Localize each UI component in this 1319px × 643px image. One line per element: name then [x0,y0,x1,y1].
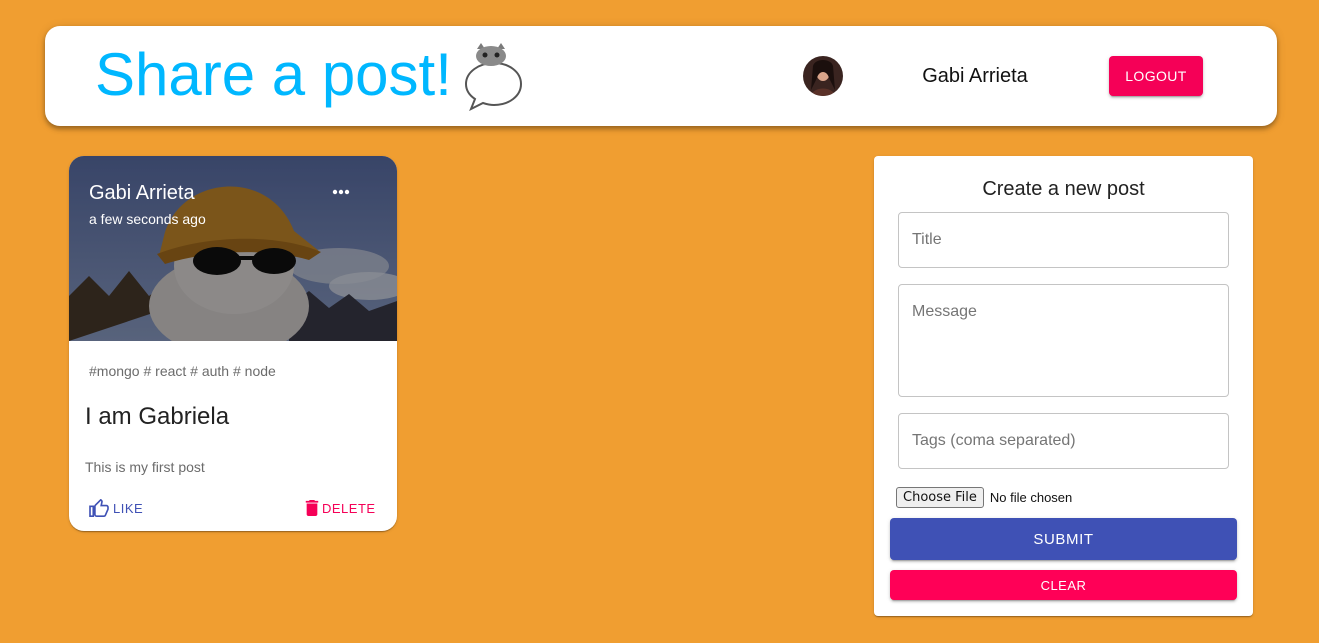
submit-button[interactable]: SUBMIT [890,518,1237,560]
post-timestamp: a few seconds ago [89,211,206,227]
brand-title[interactable]: Share a post! [95,40,452,110]
tags-input[interactable] [898,413,1229,469]
choose-file-button[interactable]: Choose File [896,487,984,508]
speech-bubble-cat-icon [464,43,523,111]
post-image: Gabi Arrieta a few seconds ago [69,156,397,341]
post-tags: #mongo # react # auth # node [89,363,276,379]
post-card: Gabi Arrieta a few seconds ago #mongo # … [69,156,397,531]
trash-icon [305,500,319,516]
delete-button[interactable]: DELETE [305,497,376,519]
form-heading: Create a new post [982,178,1145,200]
file-picker: Choose File No file chosen [896,487,1072,508]
message-input[interactable] [898,284,1229,397]
post-message: This is my first post [85,459,205,475]
avatar-photo [803,56,843,96]
create-post-form: Create a new post Choose File No file ch… [874,156,1253,616]
thumb-up-icon [89,499,109,517]
delete-label: DELETE [322,500,376,516]
more-horiz-icon [332,189,350,195]
file-status: No file chosen [989,490,1073,505]
title-input[interactable] [898,212,1229,268]
avatar[interactable] [803,56,843,96]
user-name: Gabi Arrieta [922,65,1028,87]
more-options-button[interactable] [331,180,359,204]
post-author: Gabi Arrieta [89,182,195,204]
clear-button[interactable]: CLEAR [890,570,1237,600]
like-button[interactable]: LIKE [89,497,143,519]
like-label: LIKE [113,500,144,516]
app-bar: Share a post! Gabi Arrieta LOGOUT [45,26,1277,126]
post-title: I am Gabriela [85,403,230,430]
logout-button[interactable]: LOGOUT [1109,56,1203,96]
